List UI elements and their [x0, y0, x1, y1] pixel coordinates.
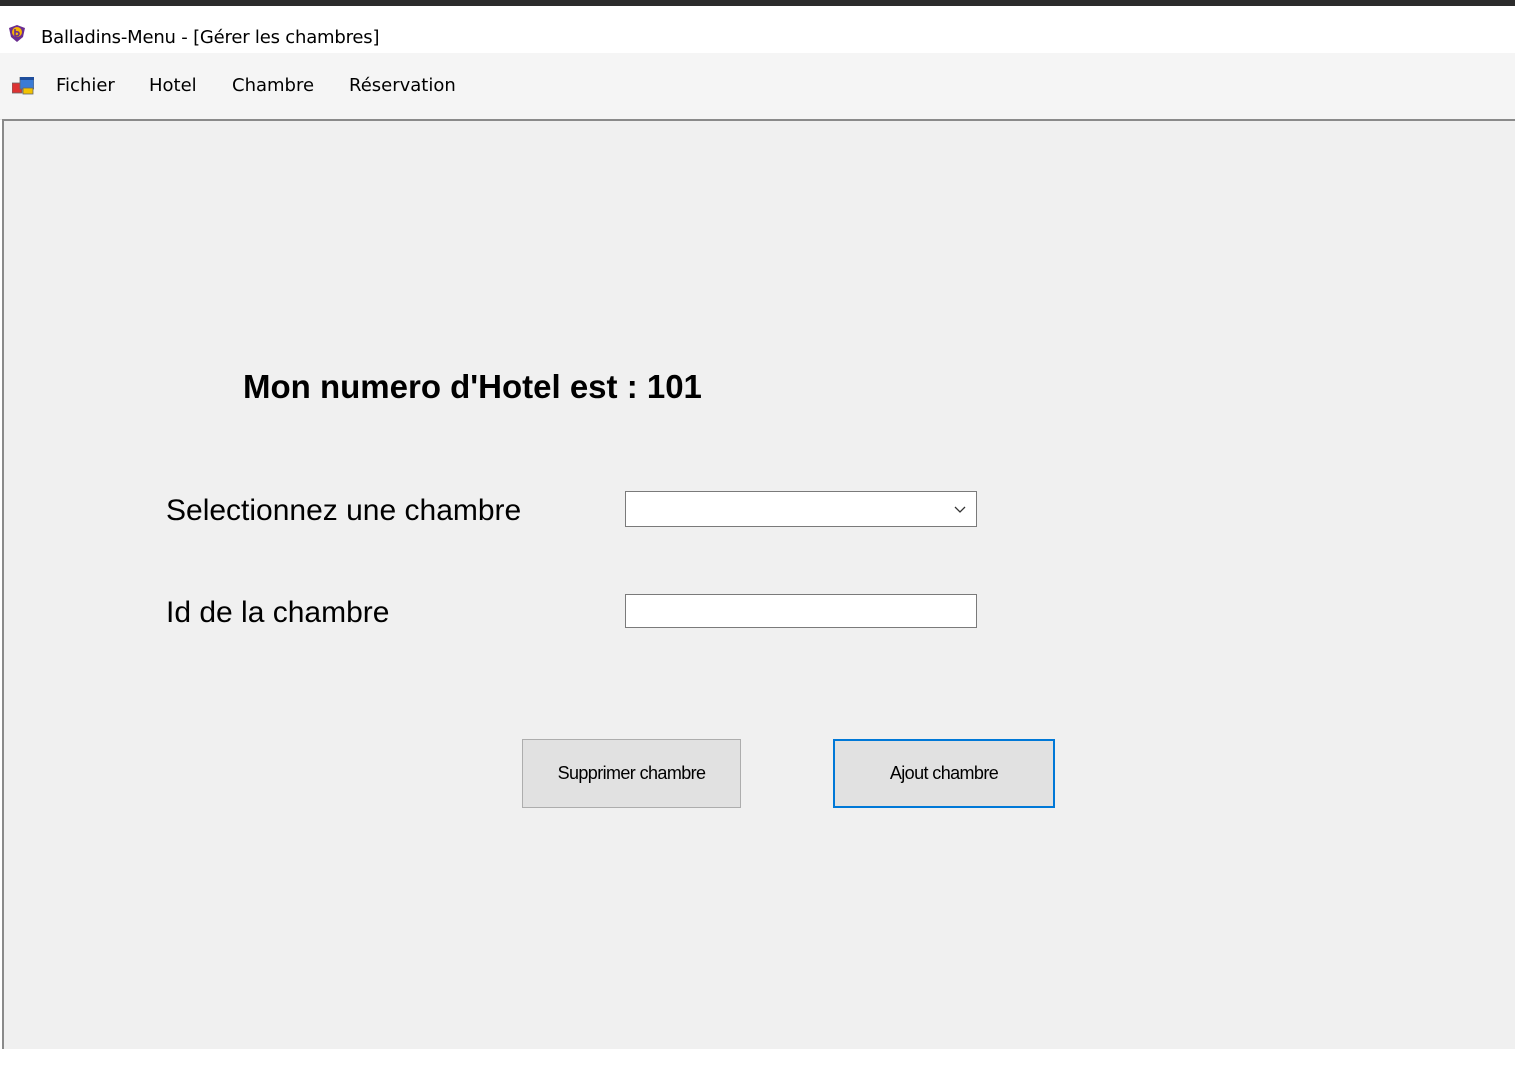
delete-room-button[interactable]: Supprimer chambre	[522, 739, 741, 808]
window-title: Balladins-Menu - [Gérer les chambres]	[41, 27, 380, 48]
menu-hotel[interactable]: Hotel	[149, 75, 197, 96]
chevron-down-icon[interactable]	[953, 502, 967, 516]
title-bar: Balladins-Menu - [Gérer les chambres]	[0, 6, 1515, 53]
menu-reservation[interactable]: Réservation	[349, 75, 456, 96]
window-bottom-edge	[0, 1049, 1515, 1065]
room-select[interactable]	[625, 491, 977, 527]
menu-bar	[0, 53, 1515, 120]
room-id-input[interactable]	[625, 594, 977, 628]
hotel-number-heading: Mon numero d'Hotel est : 101	[243, 368, 702, 405]
mdi-client-area	[2, 119, 1515, 1049]
room-id-label: Id de la chambre	[166, 596, 390, 629]
menu-fichier[interactable]: Fichier	[56, 75, 115, 96]
balladins-logo-icon	[9, 25, 25, 42]
menu-chambre[interactable]: Chambre	[232, 75, 314, 96]
add-room-button[interactable]: Ajout chambre	[833, 739, 1055, 808]
select-room-label: Selectionnez une chambre	[166, 494, 522, 527]
mdi-child-window-icon[interactable]	[12, 77, 34, 95]
